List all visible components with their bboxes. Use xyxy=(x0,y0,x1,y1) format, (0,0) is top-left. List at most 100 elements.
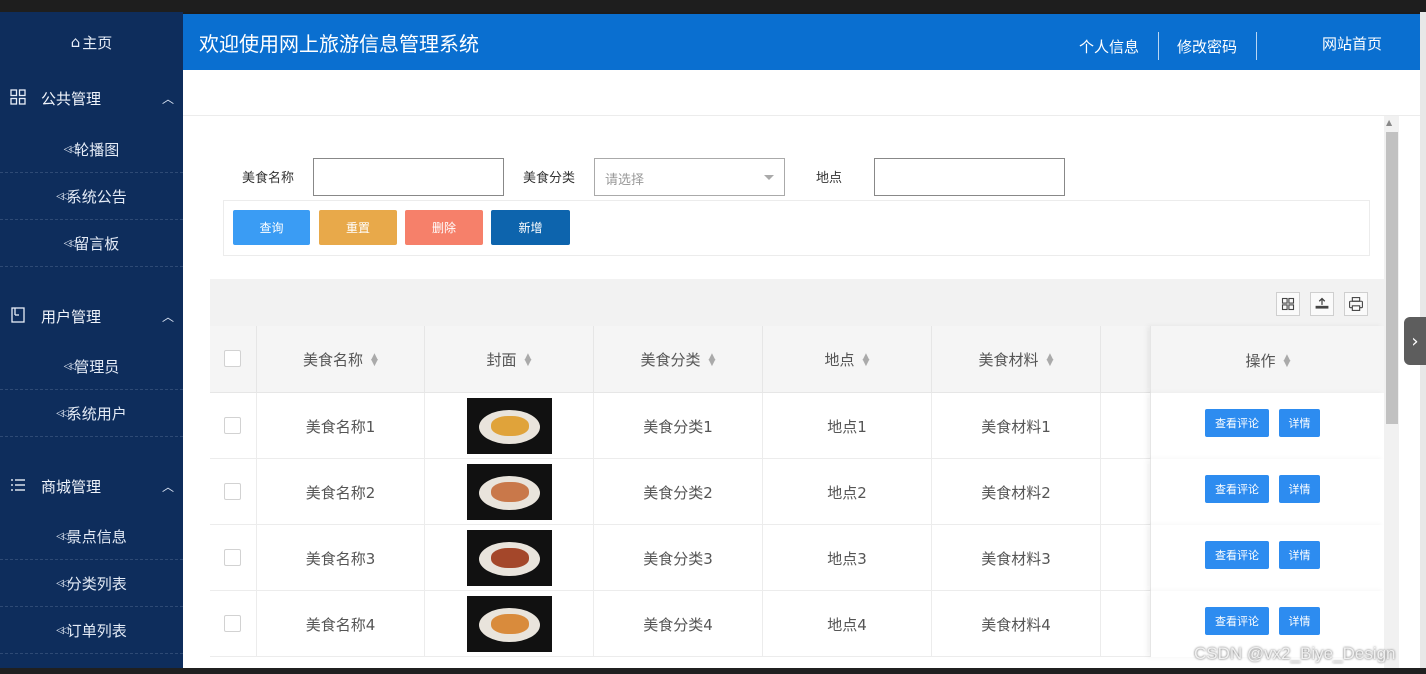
sidebar-group-public[interactable]: 公共管理 ︿ xyxy=(0,73,183,123)
app-window: ⌂ 主页 公共管理 ︿ ◁◁ 轮播图 ◁◁ 系统公告 ◁◁ 留言板 用户管理 ︿… xyxy=(0,0,1426,674)
sort-icon[interactable]: ▲ ▼ xyxy=(525,352,532,367)
sidebar: ⌂ 主页 公共管理 ︿ ◁◁ 轮播图 ◁◁ 系统公告 ◁◁ 留言板 用户管理 ︿… xyxy=(0,12,183,668)
view-comments-button[interactable]: 查看评论 xyxy=(1205,475,1269,503)
cell-category: 美食分类3 xyxy=(594,525,763,591)
sidebar-item-system-users[interactable]: ◁◁ 系统用户 xyxy=(0,390,183,437)
row-checkbox[interactable] xyxy=(224,483,241,500)
cell-overflow xyxy=(1101,393,1150,459)
cell-cover xyxy=(425,393,594,459)
cell-location: 地点2 xyxy=(763,459,932,525)
column-header-category[interactable]: 美食分类 ▲ ▼ xyxy=(594,326,763,393)
category-filter-label: 美食分类 xyxy=(523,171,576,186)
cell-location: 地点4 xyxy=(763,591,932,657)
sidebar-item-orders[interactable]: ◁◁ 订单列表 xyxy=(0,607,183,654)
view-comments-button[interactable]: 查看评论 xyxy=(1205,607,1269,635)
cell-overflow xyxy=(1101,591,1150,657)
top-header: 欢迎使用网上旅游信息管理系统 个人信息 修改密码 网站首页 xyxy=(183,14,1420,70)
window-bottom-bar xyxy=(0,668,1426,674)
reset-button[interactable]: 重置 xyxy=(319,210,397,245)
sort-icon[interactable]: ▲ ▼ xyxy=(709,352,716,367)
detail-button[interactable]: 详情 xyxy=(1279,409,1320,437)
row-checkbox[interactable] xyxy=(224,417,241,434)
sidebar-item-messageboard[interactable]: ◁◁ 留言板 xyxy=(0,220,183,267)
chevron-right-icon[interactable]: › xyxy=(1404,317,1426,365)
nav-divider xyxy=(1158,32,1159,60)
row-actions-cell: 查看评论 详情 xyxy=(1150,393,1384,459)
cell-cover xyxy=(425,459,594,525)
list-icon xyxy=(11,479,25,491)
cell-overflow xyxy=(1101,459,1150,525)
window-top-bar xyxy=(0,0,1426,12)
sidebar-item-carousel[interactable]: ◁◁ 轮播图 xyxy=(0,126,183,173)
cell-material: 美食材料1 xyxy=(932,393,1101,459)
cell-name: 美食名称4 xyxy=(257,591,425,657)
category-filter-select[interactable]: 请选择 xyxy=(594,158,785,196)
cell-name: 美食名称2 xyxy=(257,459,425,525)
cell-location: 地点3 xyxy=(763,525,932,591)
nav-site-home[interactable]: 网站首页 xyxy=(1322,33,1382,54)
column-header-location[interactable]: 地点 ▲ ▼ xyxy=(763,326,932,393)
view-comments-button[interactable]: 查看评论 xyxy=(1205,409,1269,437)
column-header-material[interactable]: 美食材料 ▲ ▼ xyxy=(932,326,1101,393)
cell-material: 美食材料2 xyxy=(932,459,1101,525)
sidebar-item-label: 系统公告 xyxy=(66,187,127,206)
sidebar-home-label: 主页 xyxy=(82,33,113,52)
double-arrow-icon: ◁◁ xyxy=(56,530,69,542)
sidebar-item-label: 订单列表 xyxy=(66,621,127,640)
view-comments-button[interactable]: 查看评论 xyxy=(1205,541,1269,569)
sort-icon[interactable]: ▲ ▼ xyxy=(863,352,870,367)
sidebar-group-users[interactable]: 用户管理 ︿ xyxy=(0,291,183,341)
sort-icon[interactable]: ▲ ▼ xyxy=(1284,354,1291,369)
detail-button[interactable]: 详情 xyxy=(1279,541,1320,569)
sidebar-item-attractions[interactable]: ◁◁ 景点信息 xyxy=(0,513,183,560)
home-icon: ⌂ xyxy=(70,33,81,51)
grid-icon xyxy=(10,89,26,105)
column-header-overflow xyxy=(1101,326,1150,393)
sidebar-group-shop[interactable]: 商城管理 ︿ xyxy=(0,461,183,511)
cover-image xyxy=(466,464,552,520)
cell-material: 美食材料3 xyxy=(932,525,1101,591)
detail-button[interactable]: 详情 xyxy=(1279,607,1320,635)
location-filter-input[interactable] xyxy=(874,158,1065,196)
add-button[interactable]: 新增 xyxy=(491,210,570,245)
print-icon[interactable] xyxy=(1344,292,1368,316)
export-icon[interactable] xyxy=(1310,292,1334,316)
column-header-cover[interactable]: 封面 ▲ ▼ xyxy=(425,326,594,393)
delete-button[interactable]: 删除 xyxy=(405,210,483,245)
sidebar-group-label: 用户管理 xyxy=(41,307,102,326)
nav-profile[interactable]: 个人信息 xyxy=(1079,36,1139,57)
nav-divider xyxy=(1256,32,1257,60)
sidebar-group-label: 商城管理 xyxy=(41,477,102,496)
location-filter-label: 地点 xyxy=(816,171,843,186)
sidebar-item-notice[interactable]: ◁◁ 系统公告 xyxy=(0,173,183,220)
cover-image xyxy=(466,596,552,652)
sidebar-group-label: 公共管理 xyxy=(41,89,102,108)
row-checkbox[interactable] xyxy=(224,549,241,566)
cell-cover xyxy=(425,591,594,657)
row-checkbox[interactable] xyxy=(224,615,241,632)
sidebar-item-label: 管理员 xyxy=(74,357,120,376)
sidebar-home[interactable]: ⌂ 主页 xyxy=(0,12,183,72)
scrollbar-thumb[interactable] xyxy=(1386,132,1398,424)
row-actions-cell: 查看评论 详情 xyxy=(1150,459,1384,525)
sidebar-item-admins[interactable]: ◁◁ 管理员 xyxy=(0,343,183,390)
page-title: 欢迎使用网上旅游信息管理系统 xyxy=(199,32,479,56)
query-button[interactable]: 查询 xyxy=(233,210,310,245)
detail-button[interactable]: 详情 xyxy=(1279,475,1320,503)
sort-icon[interactable]: ▲ ▼ xyxy=(1047,352,1054,367)
double-arrow-icon: ◁◁ xyxy=(63,237,77,249)
select-all-checkbox[interactable] xyxy=(224,350,241,367)
scroll-up-icon[interactable]: ▲ xyxy=(1386,118,1392,127)
sort-icon[interactable]: ▲ ▼ xyxy=(371,352,378,367)
column-header-name[interactable]: 美食名称 ▲ ▼ xyxy=(257,326,425,393)
column-header-actions[interactable]: 操作 ▲ ▼ xyxy=(1150,326,1384,393)
cell-name: 美食名称3 xyxy=(257,525,425,591)
column-filter-icon[interactable] xyxy=(1276,292,1300,316)
cover-image xyxy=(466,530,552,586)
cell-cover xyxy=(425,525,594,591)
nav-change-password[interactable]: 修改密码 xyxy=(1177,36,1237,57)
name-filter-label: 美食名称 xyxy=(242,171,295,186)
name-filter-input[interactable] xyxy=(313,158,504,196)
cell-category: 美食分类2 xyxy=(594,459,763,525)
sidebar-item-categories[interactable]: ◁◁ 分类列表 xyxy=(0,560,183,607)
